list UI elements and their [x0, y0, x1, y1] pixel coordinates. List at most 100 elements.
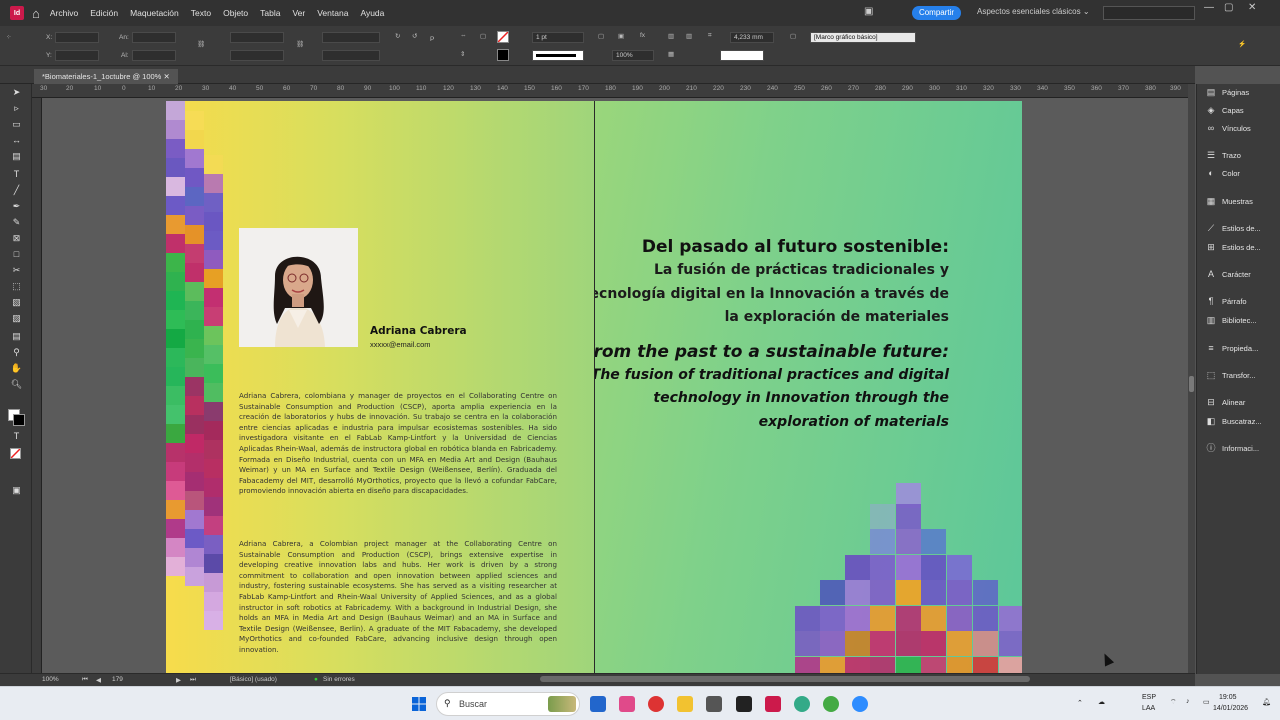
rectangle-tool-icon[interactable]: □ [10, 248, 23, 260]
pen-path-icon[interactable]: P [430, 36, 434, 43]
panel-parrafo[interactable]: ¶ Párrafo [1197, 293, 1280, 309]
panel-color[interactable]: ◐ Color [1197, 165, 1280, 181]
panel-estilos-2[interactable]: ⊞ Estilos de... [1197, 239, 1280, 255]
opacity-field[interactable]: 100% [612, 50, 654, 61]
app-copilot-icon[interactable] [619, 696, 635, 712]
stroke-type-select[interactable] [532, 50, 584, 61]
scissors-tool-icon[interactable]: ✂ [10, 264, 23, 276]
panel-informacion[interactable]: ⓘ Informaci... [1197, 440, 1280, 456]
menu-tabla[interactable]: Tabla [260, 8, 280, 18]
frame-fit-icon[interactable]: ▢ [598, 32, 604, 40]
screen-mode-icon[interactable]: ▣ [864, 6, 873, 17]
preflight-status[interactable]: Sin errores [323, 676, 355, 683]
panel-muestras[interactable]: ▦ Muestras [1197, 193, 1280, 209]
minimize-icon[interactable]: — [1204, 2, 1214, 13]
panel-biblioteca[interactable]: ▥ Bibliotec... [1197, 312, 1280, 328]
reference-point-icon[interactable]: ⁘ [6, 33, 11, 41]
stroke-swatch[interactable] [497, 49, 509, 61]
share-button[interactable]: Compartir [912, 6, 961, 20]
prev-page-icon[interactable]: ◀ [96, 676, 101, 684]
note-tool-icon[interactable]: ▤ [10, 330, 23, 342]
pencil-tool-icon[interactable]: ✎ [10, 216, 23, 228]
object-style-icon[interactable]: ▢ [790, 32, 796, 40]
lightning-icon[interactable]: ⚡ [1238, 40, 1246, 48]
flip-horizontal-icon[interactable]: ⇔ [460, 32, 467, 39]
line-tool-icon[interactable]: ╱ [10, 184, 23, 196]
chevron-up-icon[interactable]: ⌃ [1077, 699, 1083, 707]
width-field[interactable] [132, 32, 176, 43]
stroke-weight-field[interactable]: 1 pt [532, 32, 584, 43]
panel-trazo[interactable]: ☰ Trazo [1197, 147, 1280, 163]
pen-tool-icon[interactable]: ✒ [10, 200, 23, 212]
battery-icon[interactable]: ▭ [1203, 698, 1210, 706]
constrain-scale-icon[interactable]: ⛓ [296, 40, 304, 48]
panel-capas[interactable]: ◈ Capas [1197, 102, 1280, 118]
gradient-feather-icon[interactable]: ▨ [10, 312, 23, 324]
right-page[interactable]: Del pasado al futuro sostenible: La fusi… [594, 101, 1022, 673]
panel-paginas[interactable]: ▤ Páginas [1197, 84, 1280, 100]
shear-field[interactable] [322, 50, 380, 61]
left-page[interactable]: Adriana Cabrera xxxxx@email.com Adriana … [166, 101, 594, 673]
content-collector-icon[interactable]: ▤ [10, 150, 23, 162]
auto-fit-icon[interactable]: ⌗ [708, 32, 712, 40]
panel-alinear[interactable]: ⊟ Alinear [1197, 394, 1280, 410]
object-style-select[interactable]: [Marco gráfico básico] [810, 32, 916, 43]
selection-tool-icon[interactable]: ➤ [10, 86, 23, 98]
first-page-icon[interactable]: ⏮ [82, 676, 88, 684]
hand-tool-icon[interactable]: ✋ [10, 362, 23, 374]
panel-vinculos[interactable]: ∞ Vínculos [1197, 120, 1280, 136]
panel-transformar[interactable]: ⬚ Transfor... [1197, 367, 1280, 383]
fill-none-swatch[interactable] [497, 31, 509, 43]
panel-caracter[interactable]: A Carácter [1197, 266, 1280, 282]
rectangle-frame-tool-icon[interactable]: ⊠ [10, 232, 23, 244]
vertical-scroll-thumb[interactable] [1189, 376, 1194, 392]
chrome-profile-2-icon[interactable] [823, 696, 839, 712]
portrait-photo[interactable] [239, 228, 358, 347]
apply-none-icon[interactable] [10, 448, 21, 459]
volume-icon[interactable]: ♪ [1186, 698, 1190, 705]
last-page-icon[interactable]: ⏭ [190, 676, 196, 684]
offset-field[interactable]: 4,233 mm [730, 32, 774, 43]
maximize-icon[interactable]: ▢ [1224, 2, 1233, 13]
page-number[interactable]: 179 [112, 676, 123, 683]
gradient-tool-icon[interactable]: ▧ [10, 296, 23, 308]
rotate-ccw-icon[interactable]: ↺ [412, 32, 417, 40]
y-field[interactable] [55, 50, 99, 61]
zoom-app-icon[interactable] [852, 696, 868, 712]
chrome-icon[interactable] [648, 696, 664, 712]
clock-time[interactable]: 19:05 [1219, 694, 1237, 701]
horizontal-scroll-thumb[interactable] [540, 676, 1030, 682]
corner-shape-select[interactable] [720, 50, 764, 61]
next-page-icon[interactable]: ▶ [176, 676, 181, 684]
keyboard-language[interactable]: ESP [1142, 694, 1156, 701]
indesign-taskbar-icon[interactable] [765, 696, 781, 712]
text-wrap-icon[interactable]: ▦ [668, 50, 674, 58]
menu-archivo[interactable]: Archivo [50, 8, 78, 18]
select-container-icon[interactable]: ▢ [480, 32, 486, 40]
menu-ayuda[interactable]: Ayuda [360, 8, 384, 18]
fit-content-icon[interactable]: ▣ [618, 32, 624, 40]
height-field[interactable] [132, 50, 176, 61]
pasteboard[interactable]: Adriana Cabrera xxxxx@email.com Adriana … [42, 98, 1188, 673]
cloud-icon[interactable]: ☁ [1098, 698, 1105, 706]
free-transform-tool-icon[interactable]: ⬚ [10, 280, 23, 292]
scale-x-field[interactable] [230, 32, 284, 43]
panel-buscatrazos[interactable]: ◧ Buscatraz... [1197, 413, 1280, 429]
type-tool-icon[interactable]: T [10, 168, 23, 180]
eyedropper-tool-icon[interactable]: ⚲ [10, 346, 23, 358]
x-field[interactable] [55, 32, 99, 43]
close-icon[interactable]: ✕ [1248, 2, 1256, 13]
file-explorer-icon[interactable] [677, 696, 693, 712]
menu-objeto[interactable]: Objeto [223, 8, 248, 18]
vertical-scrollbar[interactable] [1188, 84, 1195, 673]
preflight-profile[interactable]: [Básico] (usado) [230, 676, 277, 683]
menu-texto[interactable]: Texto [191, 8, 211, 18]
direct-selection-tool-icon[interactable]: ▹ [10, 102, 23, 114]
app-edge-icon[interactable] [590, 696, 606, 712]
menu-ventana[interactable]: Ventana [317, 8, 348, 18]
tab-close-icon[interactable]: ✕ [163, 72, 169, 81]
scale-y-field[interactable] [230, 50, 284, 61]
panel-propiedades[interactable]: ≡ Propieda... [1197, 340, 1280, 356]
workspace-switcher[interactable]: Aspectos esenciales clásicos ⌄ [977, 7, 1090, 16]
app-tools-icon[interactable] [706, 696, 722, 712]
